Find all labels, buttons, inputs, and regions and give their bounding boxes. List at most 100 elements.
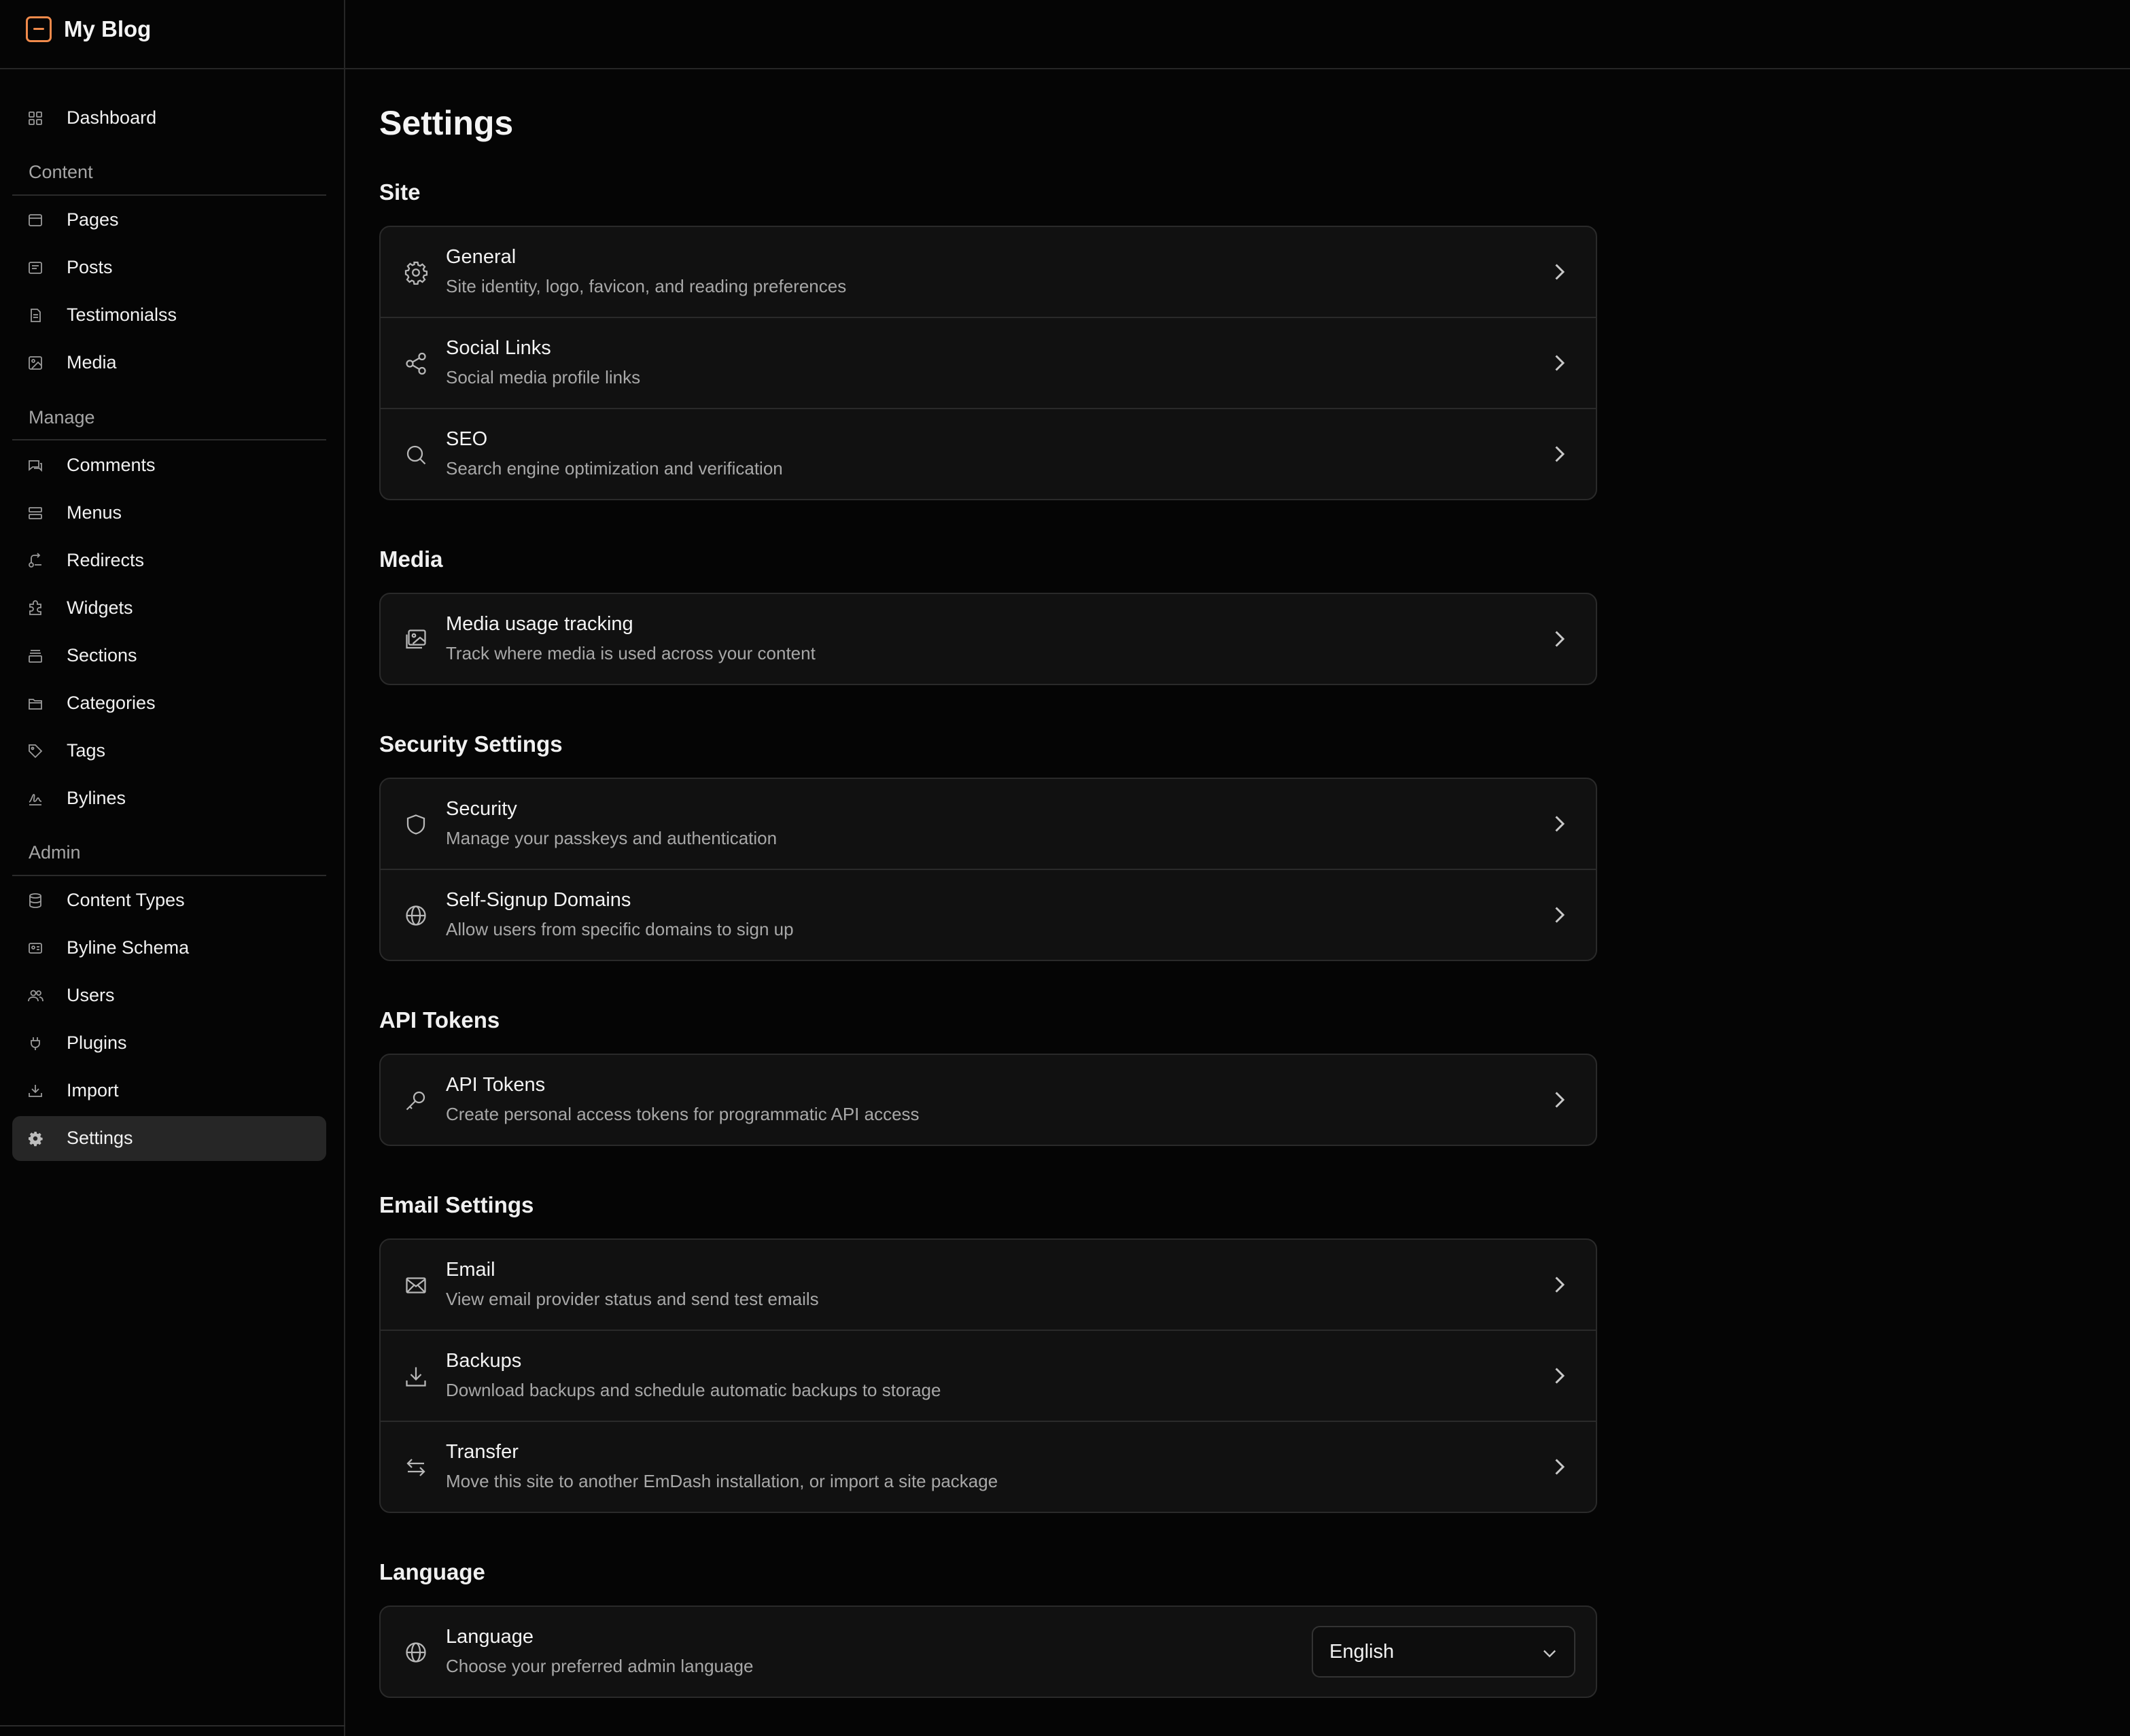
settings-row-social-links[interactable]: Social Links Social media profile links — [381, 318, 1596, 409]
users-icon — [27, 988, 43, 1004]
sidebar-item-label: Content Types — [67, 890, 185, 910]
page-title: Settings — [379, 104, 514, 142]
chevron-down-icon — [1540, 1644, 1559, 1663]
gear-icon — [404, 260, 428, 285]
sidebar-item-menus[interactable]: Menus — [12, 491, 326, 536]
sidebar-item-label: Media — [67, 352, 117, 372]
chevron-right-icon — [1547, 903, 1571, 927]
settings-card-site: General Site identity, logo, favicon, an… — [379, 226, 1597, 500]
section-title-api-tokens: API Tokens — [379, 1007, 500, 1032]
sidebar-item-plugins[interactable]: Plugins — [12, 1021, 326, 1066]
sidebar: My Blog Dashboard Content Pages Posts Te… — [0, 0, 345, 1736]
sidebar-item-pages[interactable]: Pages — [12, 198, 326, 243]
settings-card-api-tokens: API Tokens Create personal access tokens… — [379, 1054, 1597, 1146]
sidebar-item-posts[interactable]: Posts — [12, 245, 326, 290]
settings-row-email[interactable]: Email View email provider status and sen… — [381, 1240, 1596, 1331]
key-icon — [404, 1088, 428, 1113]
sidebar-item-comments[interactable]: Comments — [12, 443, 326, 488]
sidebar-item-label: Tags — [67, 740, 106, 761]
sidebar-item-label: Plugins — [67, 1032, 127, 1053]
sidebar-divider — [12, 194, 326, 196]
section-title-site: Site — [379, 179, 421, 205]
folder-icon — [27, 695, 43, 712]
settings-row-seo[interactable]: SEO Search engine optimization and verif… — [381, 409, 1596, 499]
sidebar-item-byline-schema[interactable]: Byline Schema — [12, 926, 326, 971]
sidebar-item-content-types[interactable]: Content Types — [12, 878, 326, 923]
settings-row-self-signup-domains[interactable]: Self-Signup Domains Allow users from spe… — [381, 870, 1596, 960]
tag-icon — [27, 743, 43, 759]
sidebar-item-widgets[interactable]: Widgets — [12, 586, 326, 631]
sidebar-section-content: Content — [29, 162, 93, 182]
sidebar-item-label: Settings — [67, 1128, 133, 1148]
section-title-security: Security Settings — [379, 731, 563, 757]
sidebar-item-label: Pages — [67, 209, 119, 230]
chevron-right-icon — [1547, 812, 1571, 836]
row-title: Self-Signup Domains — [446, 889, 631, 911]
sidebar-item-settings[interactable]: Settings — [12, 1116, 326, 1161]
brand-logo-icon — [26, 16, 52, 42]
sidebar-footer-divider — [0, 1725, 345, 1726]
row-title: Social Links — [446, 337, 551, 359]
row-description: Download backups and schedule automatic … — [446, 1380, 941, 1400]
settings-row-security[interactable]: Security Manage your passkeys and authen… — [381, 779, 1596, 870]
sidebar-item-tags[interactable]: Tags — [12, 729, 326, 774]
chevron-right-icon — [1547, 442, 1571, 466]
sidebar-section-admin: Admin — [29, 842, 81, 863]
row-title: Security — [446, 798, 517, 820]
gear-icon — [27, 1130, 43, 1147]
sidebar-item-testimonialss[interactable]: Testimonialss — [12, 293, 326, 338]
sidebar-item-label: Redirects — [67, 550, 145, 570]
settings-card-language: Language Choose your preferred admin lan… — [379, 1605, 1597, 1698]
testimonial-icon — [27, 307, 43, 324]
settings-row-general[interactable]: General Site identity, logo, favicon, an… — [381, 227, 1596, 318]
sidebar-item-label: Widgets — [67, 597, 133, 618]
row-title: Media usage tracking — [446, 613, 633, 635]
row-title: General — [446, 246, 517, 268]
sidebar-item-sections[interactable]: Sections — [12, 633, 326, 678]
sidebar-item-media[interactable]: Media — [12, 341, 326, 385]
sidebar-item-bylines[interactable]: Bylines — [12, 776, 326, 821]
chevron-right-icon — [1547, 260, 1571, 284]
import-icon — [27, 1083, 43, 1099]
sidebar-item-label: Posts — [67, 257, 113, 277]
plug-icon — [27, 1035, 43, 1052]
sidebar-item-users[interactable]: Users — [12, 973, 326, 1018]
sidebar-divider — [12, 439, 326, 440]
settings-row-transfer[interactable]: Transfer Move this site to another EmDas… — [381, 1422, 1596, 1512]
section-title-language: Language — [379, 1559, 485, 1584]
sidebar-item-categories[interactable]: Categories — [12, 681, 326, 726]
image-icon — [27, 355, 43, 371]
row-description: Site identity, logo, favicon, and readin… — [446, 276, 847, 296]
sidebar-item-label: Testimonialss — [67, 305, 177, 325]
sidebar-divider — [12, 875, 326, 876]
language-select[interactable]: English — [1312, 1626, 1575, 1678]
sidebar-item-dashboard[interactable]: Dashboard — [12, 96, 326, 141]
sidebar-item-import[interactable]: Import — [12, 1069, 326, 1113]
brand-header[interactable]: My Blog — [0, 0, 345, 69]
settings-card-email: Email View email provider status and sen… — [379, 1238, 1597, 1513]
brand-title: My Blog — [64, 16, 152, 41]
sidebar-item-redirects[interactable]: Redirects — [12, 538, 326, 583]
row-description: Social media profile links — [446, 367, 641, 387]
settings-row-language: Language Choose your preferred admin lan… — [381, 1607, 1596, 1697]
sidebar-item-label: Dashboard — [67, 107, 157, 128]
comments-icon — [27, 457, 43, 474]
sidebar-item-label: Users — [67, 985, 115, 1005]
row-title: Language — [446, 1626, 534, 1648]
settings-row-backups[interactable]: Backups Download backups and schedule au… — [381, 1331, 1596, 1422]
settings-card-media: Media usage tracking Track where media i… — [379, 593, 1597, 685]
chevron-right-icon — [1547, 351, 1571, 375]
sidebar-item-label: Categories — [67, 693, 156, 713]
section-title-email: Email Settings — [379, 1192, 534, 1217]
row-description: Choose your preferred admin language — [446, 1656, 754, 1676]
sidebar-item-label: Comments — [67, 455, 156, 475]
chevron-right-icon — [1547, 1272, 1571, 1297]
chevron-right-icon — [1547, 1364, 1571, 1388]
search-icon — [404, 442, 428, 467]
settings-row-api-tokens[interactable]: API Tokens Create personal access tokens… — [381, 1055, 1596, 1145]
download-icon — [404, 1364, 428, 1389]
grid-icon — [27, 110, 43, 126]
settings-row-media-usage-tracking[interactable]: Media usage tracking Track where media i… — [381, 594, 1596, 684]
id-card-icon — [27, 940, 43, 956]
language-select-value: English — [1329, 1641, 1395, 1663]
